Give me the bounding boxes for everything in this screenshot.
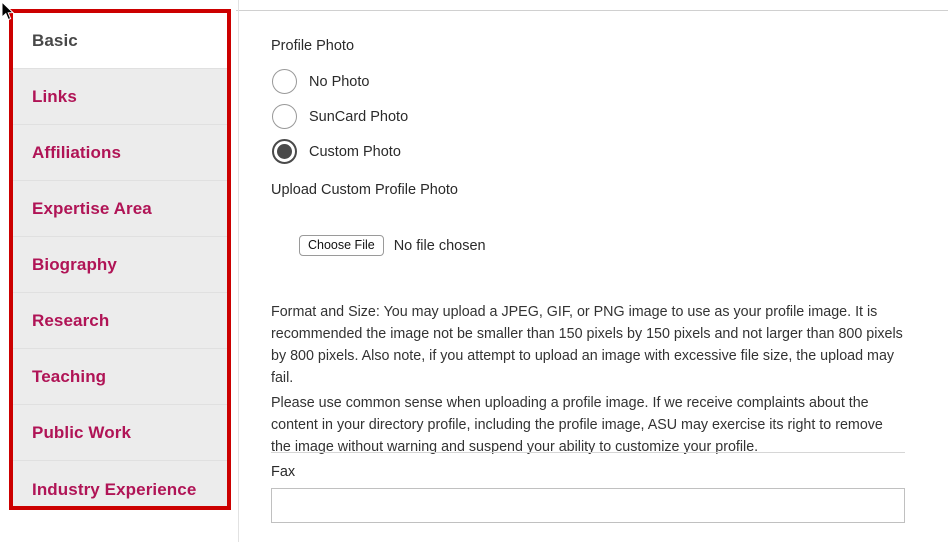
upload-custom-photo-label: Upload Custom Profile Photo bbox=[271, 182, 458, 198]
file-upload-row: Choose File No file chosen bbox=[299, 235, 486, 257]
profile-photo-radio-group: No Photo SunCard Photo Custom Photo bbox=[271, 64, 671, 169]
radio-button[interactable] bbox=[272, 69, 297, 94]
sidebar-item-public-work[interactable]: Public Work bbox=[13, 405, 227, 461]
profile-section-nav: Basic Links Affiliations Expertise Area Biog… bbox=[9, 9, 231, 510]
column-divider bbox=[238, 0, 239, 542]
profile-basic-form: Profile Photo No Photo SunCard Photo Custo… bbox=[271, 0, 905, 542]
sidebar-item-basic[interactable]: Basic bbox=[13, 13, 227, 69]
radio-dot-icon bbox=[277, 144, 292, 159]
radio-option-no-photo[interactable]: No Photo bbox=[271, 64, 671, 99]
choose-file-button[interactable]: Choose File bbox=[299, 235, 384, 257]
common-sense-help-text: Please use common sense when uploading a… bbox=[271, 395, 883, 456]
radio-option-suncard-photo[interactable]: SunCard Photo bbox=[271, 99, 671, 134]
sidebar-item-label: Industry Experience bbox=[32, 479, 197, 499]
sidebar-item-label: Biography bbox=[32, 255, 117, 274]
sidebar-item-expertise-area[interactable]: Expertise Area bbox=[13, 181, 227, 237]
fax-label: Fax bbox=[271, 464, 296, 480]
radio-option-custom-photo[interactable]: Custom Photo bbox=[271, 134, 671, 169]
radio-button[interactable] bbox=[272, 104, 297, 129]
radio-option-label: No Photo bbox=[309, 73, 370, 90]
sidebar-item-teaching[interactable]: Teaching bbox=[13, 349, 227, 405]
sidebar-item-label: Links bbox=[32, 87, 77, 106]
nav-list: Basic Links Affiliations Expertise Area Biog… bbox=[13, 13, 227, 506]
sidebar-item-label: Teaching bbox=[32, 367, 107, 386]
sidebar-item-label: Research bbox=[32, 311, 110, 330]
radio-option-label: SunCard Photo bbox=[309, 108, 409, 125]
sidebar-item-label: Basic bbox=[32, 31, 78, 50]
sidebar-item-biography[interactable]: Biography bbox=[13, 237, 227, 293]
sidebar-item-label: Affiliations bbox=[32, 143, 122, 162]
profile-photo-label: Profile Photo bbox=[271, 38, 355, 54]
fax-input[interactable] bbox=[271, 488, 905, 523]
sidebar-item-industry-experience[interactable]: Industry Experience bbox=[13, 461, 227, 506]
sidebar-item-label: Expertise Area bbox=[32, 199, 152, 218]
section-divider bbox=[271, 452, 905, 453]
sidebar-item-research[interactable]: Research bbox=[13, 293, 227, 349]
sidebar-item-label: Public Work bbox=[32, 423, 132, 442]
file-chosen-status: No file chosen bbox=[393, 237, 486, 254]
sidebar-item-affiliations[interactable]: Affiliations bbox=[13, 125, 227, 181]
radio-button-selected[interactable] bbox=[272, 139, 297, 164]
sidebar-item-links[interactable]: Links bbox=[13, 69, 227, 125]
format-and-size-help-text: Format and Size: You may upload a JPEG, … bbox=[271, 304, 903, 386]
radio-option-label: Custom Photo bbox=[309, 143, 401, 160]
